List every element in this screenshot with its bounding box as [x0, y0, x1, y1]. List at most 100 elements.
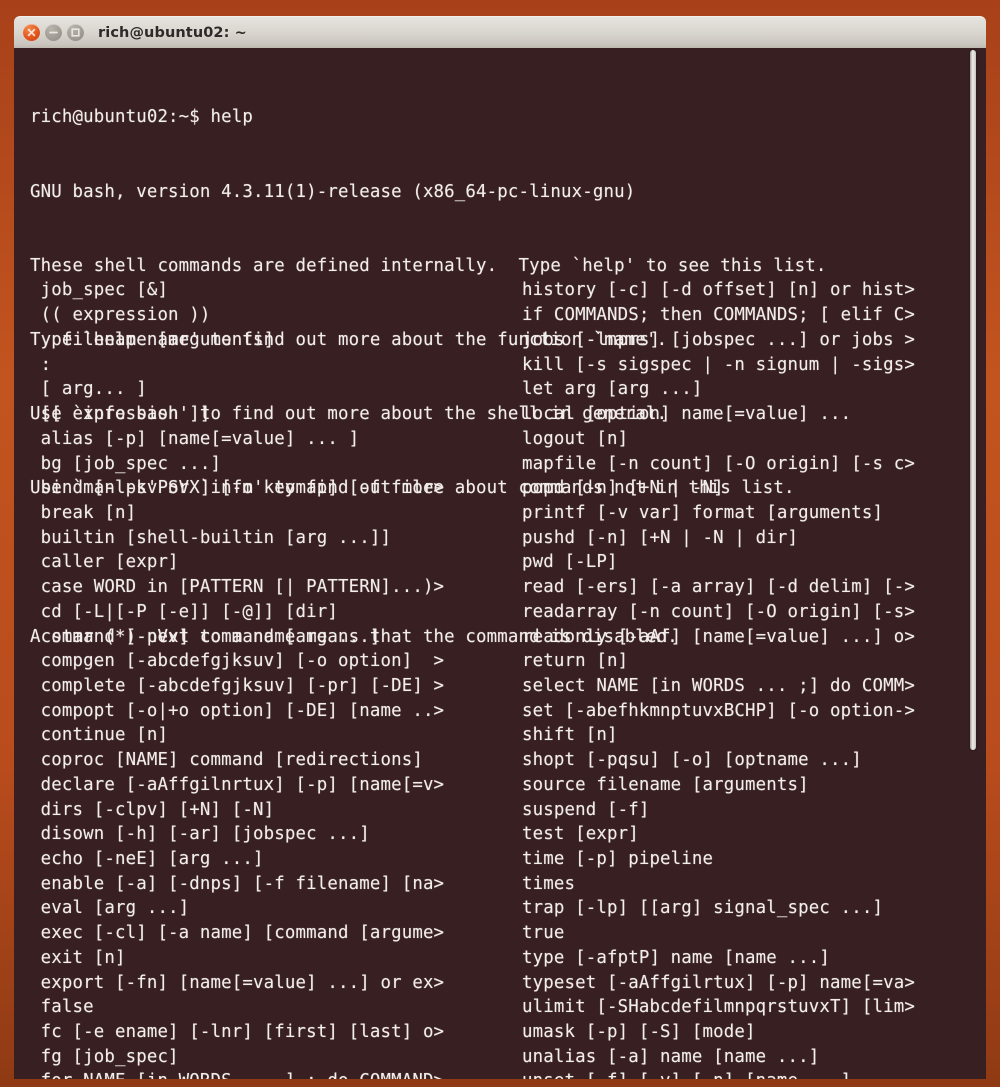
builtin-entry-right: trap [-lp] [[arg] signal_spec ...]: [522, 898, 884, 919]
builtin-entry-left: complete [-abcdefgjksuv] [-pr] [-DE] >: [30, 675, 445, 696]
builtin-row: false ulimit [-SHabcdefilmnpqrstuvxT] [li…: [30, 995, 970, 1020]
builtin-row: bind [-lpsvPSVX] [-m keymap] [-f file> po…: [30, 476, 970, 501]
builtin-entry-right: logout [n]: [522, 428, 629, 449]
builtin-entry-left: fg [job_spec]: [30, 1046, 179, 1067]
builtin-entry-left: exec [-cl] [-a name] [command [argume>: [30, 923, 445, 944]
builtin-entry-right: return [n]: [522, 651, 629, 672]
builtin-entry-left: cd [-L|[-P [-e]] [-@]] [dir]: [30, 601, 338, 622]
builtin-entry-right: type [-afptP] name [name ...]: [522, 947, 830, 968]
builtin-entry-right: printf [-v var] format [arguments]: [522, 502, 884, 523]
builtin-row: complete [-abcdefgjksuv] [-pr] [-DE] > se…: [30, 674, 970, 699]
builtin-entry-left: dirs [-clpv] [+N] [-N]: [30, 799, 275, 820]
builtin-entry-right: shift [n]: [522, 725, 618, 746]
builtin-entry-right: popd [-n] [+N | -N]: [522, 478, 724, 499]
builtin-entry-left: eval [arg ...]: [30, 898, 190, 919]
builtin-entry-right: select NAME [in WORDS ... ;] do COMM>: [522, 675, 915, 696]
builtin-row: enable [-a] [-dnps] [-f filename] [na> ti…: [30, 872, 970, 897]
builtin-entry-right: typeset [-aAffgilrtux] [-p] name[=va>: [522, 972, 915, 993]
scrollbar-thumb[interactable]: [970, 50, 976, 750]
builtin-row: (( expression )) if COMMANDS; then COMMAN…: [30, 303, 970, 328]
builtin-entry-right: source filename [arguments]: [522, 774, 809, 795]
builtin-entry-right: mapfile [-n count] [-O origin] [-s c>: [522, 453, 915, 474]
builtin-row: job_spec [&] history [-c] [-d offset] [n]…: [30, 278, 970, 303]
builtin-row: disown [-h] [-ar] [jobspec ...] test [exp…: [30, 822, 970, 847]
builtin-entry-left: disown [-h] [-ar] [jobspec ...]: [30, 824, 370, 845]
builtin-entry-right: true: [522, 923, 565, 944]
builtin-entry-left: compopt [-o|+o option] [-DE] [name ..>: [30, 700, 445, 721]
builtin-row: compopt [-o|+o option] [-DE] [name ..> se…: [30, 699, 970, 724]
builtin-entry-right: shopt [-pqsu] [-o] [optname ...]: [522, 750, 862, 771]
builtin-entry-left: declare [-aAffgilnrtux] [-p] [name[=v>: [30, 774, 445, 795]
builtin-entry-left: bind [-lpsvPSVX] [-m keymap] [-f file>: [30, 478, 445, 499]
close-icon[interactable]: [23, 24, 40, 41]
builtin-entry-right: pushd [-n] [+N | -N | dir]: [522, 527, 799, 548]
builtin-entry-left: :: [30, 354, 52, 375]
builtin-row: bg [job_spec ...] mapfile [-n count] [-O …: [30, 452, 970, 477]
builtin-entry-right: local [option] name[=value] ...: [522, 404, 852, 425]
builtin-entry-right: let arg [arg ...]: [522, 379, 703, 400]
builtin-row: echo [-neE] [arg ...] time [-p] pipeline: [30, 847, 970, 872]
builtin-entry-right: kill [-s sigspec | -n signum | -sigs>: [522, 354, 915, 375]
terminal-screen[interactable]: rich@ubuntu02:~$ help GNU bash, version …: [14, 48, 986, 1079]
builtin-row: compgen [-abcdefgjksuv] [-o option] > ret…: [30, 649, 970, 674]
builtin-row: . filename [arguments] jobs [-lnprs] [job…: [30, 328, 970, 353]
builtin-entry-left: bg [job_spec ...]: [30, 453, 222, 474]
builtin-entry-right: umask [-p] [-S] [mode]: [522, 1022, 756, 1043]
builtin-entry-left: enable [-a] [-dnps] [-f filename] [na>: [30, 873, 445, 894]
builtin-row: for NAME [in WORDS ... ] ; do COMMAND>un…: [30, 1069, 970, 1079]
builtin-row: caller [expr] pwd [-LP]: [30, 550, 970, 575]
builtin-entry-right: if COMMANDS; then COMMANDS; [ elif C>: [522, 305, 915, 326]
builtin-row: case WORD in [PATTERN [| PATTERN]...)> re…: [30, 575, 970, 600]
builtin-entry-left: [[ expression ]]: [30, 404, 211, 425]
builtin-row: dirs [-clpv] [+N] [-N] suspend [-f]: [30, 798, 970, 823]
builtin-entry-right: jobs [-lnprs] [jobspec ...] or jobs >: [522, 329, 915, 350]
builtin-entry-right: set [-abefhkmnptuvxBCHP] [-o option->: [522, 700, 915, 721]
builtin-entry-left: export [-fn] [name[=value] ...] or ex>: [30, 972, 445, 993]
builtin-entry-left: fc [-e ename] [-lnr] [first] [last] o>: [30, 1022, 445, 1043]
builtin-row: [ arg... ] let arg [arg ...]: [30, 377, 970, 402]
builtin-entry-left: command [-pVv] command [arg ...]: [30, 626, 381, 647]
builtin-entry-left: echo [-neE] [arg ...]: [30, 849, 264, 869]
builtin-entry-left: coproc [NAME] command [redirections]: [30, 750, 423, 771]
builtin-entry-right: readarray [-n count] [-O origin] [-s>: [522, 601, 915, 622]
header-line: These shell commands are defined interna…: [30, 255, 827, 276]
builtin-row: fg [job_spec] unalias [-a] name [name ...…: [30, 1045, 970, 1070]
builtin-entry-left: job_spec [&]: [30, 280, 169, 301]
builtin-row: coproc [NAME] command [redirections] shop…: [30, 748, 970, 773]
builtin-row: cd [-L|[-P [-e]] [-@]] [dir] readarray [-…: [30, 600, 970, 625]
prompt-line: rich@ubuntu02:~$ help: [30, 107, 254, 128]
maximize-icon[interactable]: [67, 24, 84, 41]
builtin-row: command [-pVv] command [arg ...] readonly…: [30, 625, 970, 650]
builtin-entry-left: compgen [-abcdefgjksuv] [-o option] >: [30, 651, 445, 672]
builtin-entry-left: [ arg... ]: [30, 379, 147, 400]
window-title: rich@ubuntu02: ~: [98, 24, 247, 41]
builtin-row: fc [-e ename] [-lnr] [first] [last] o> um…: [30, 1020, 970, 1045]
builtin-entry-left: . filename [arguments]: [30, 329, 275, 350]
builtin-row: eval [arg ...] trap [-lp] [[arg] signal_s…: [30, 896, 970, 921]
builtin-command-list: job_spec [&] history [-c] [-d offset] [n]…: [30, 278, 970, 1079]
builtin-row: declare [-aAffgilnrtux] [-p] [name[=v> so…: [30, 773, 970, 798]
builtin-entry-left: exit [n]: [30, 947, 126, 968]
builtin-entry-right: suspend [-f]: [522, 799, 650, 820]
builtin-entry-left: continue [n]: [30, 725, 169, 746]
terminal-window: rich@ubuntu02: ~ rich@ubuntu02:~$ help G…: [0, 0, 1000, 1087]
builtin-row: builtin [shell-builtin [arg ...]] pushd […: [30, 526, 970, 551]
builtin-entry-right: unset [-f] [-v] [-n] [name ...]: [522, 1069, 970, 1079]
builtin-entry-right: time [-p] pipeline: [522, 849, 714, 869]
builtin-entry-left: caller [expr]: [30, 552, 179, 573]
builtin-entry-left: false: [30, 997, 94, 1018]
window-controls: [23, 24, 84, 41]
builtin-entry-right: unalias [-a] name [name ...]: [522, 1046, 820, 1067]
minimize-icon[interactable]: [45, 24, 62, 41]
builtin-entry-right: ulimit [-SHabcdefilmnpqrstuvxT] [lim>: [522, 997, 915, 1018]
builtin-row: exit [n] type [-afptP] name [name ...]: [30, 946, 970, 971]
scrollbar[interactable]: [967, 48, 980, 1079]
builtin-entry-right: read [-ers] [-a array] [-d delim] [->: [522, 577, 915, 598]
builtin-entry-left: alias [-p] [name[=value] ... ]: [30, 428, 360, 449]
builtin-entry-right: test [expr]: [522, 824, 639, 845]
builtin-entry-right: history [-c] [-d offset] [n] or hist>: [522, 280, 915, 301]
builtin-entry-left: (( expression )): [30, 305, 211, 326]
builtin-row: break [n] printf [-v var] format [argumen…: [30, 501, 970, 526]
window-titlebar[interactable]: rich@ubuntu02: ~: [14, 16, 986, 48]
builtin-entry-left: case WORD in [PATTERN [| PATTERN]...)>: [30, 577, 445, 598]
